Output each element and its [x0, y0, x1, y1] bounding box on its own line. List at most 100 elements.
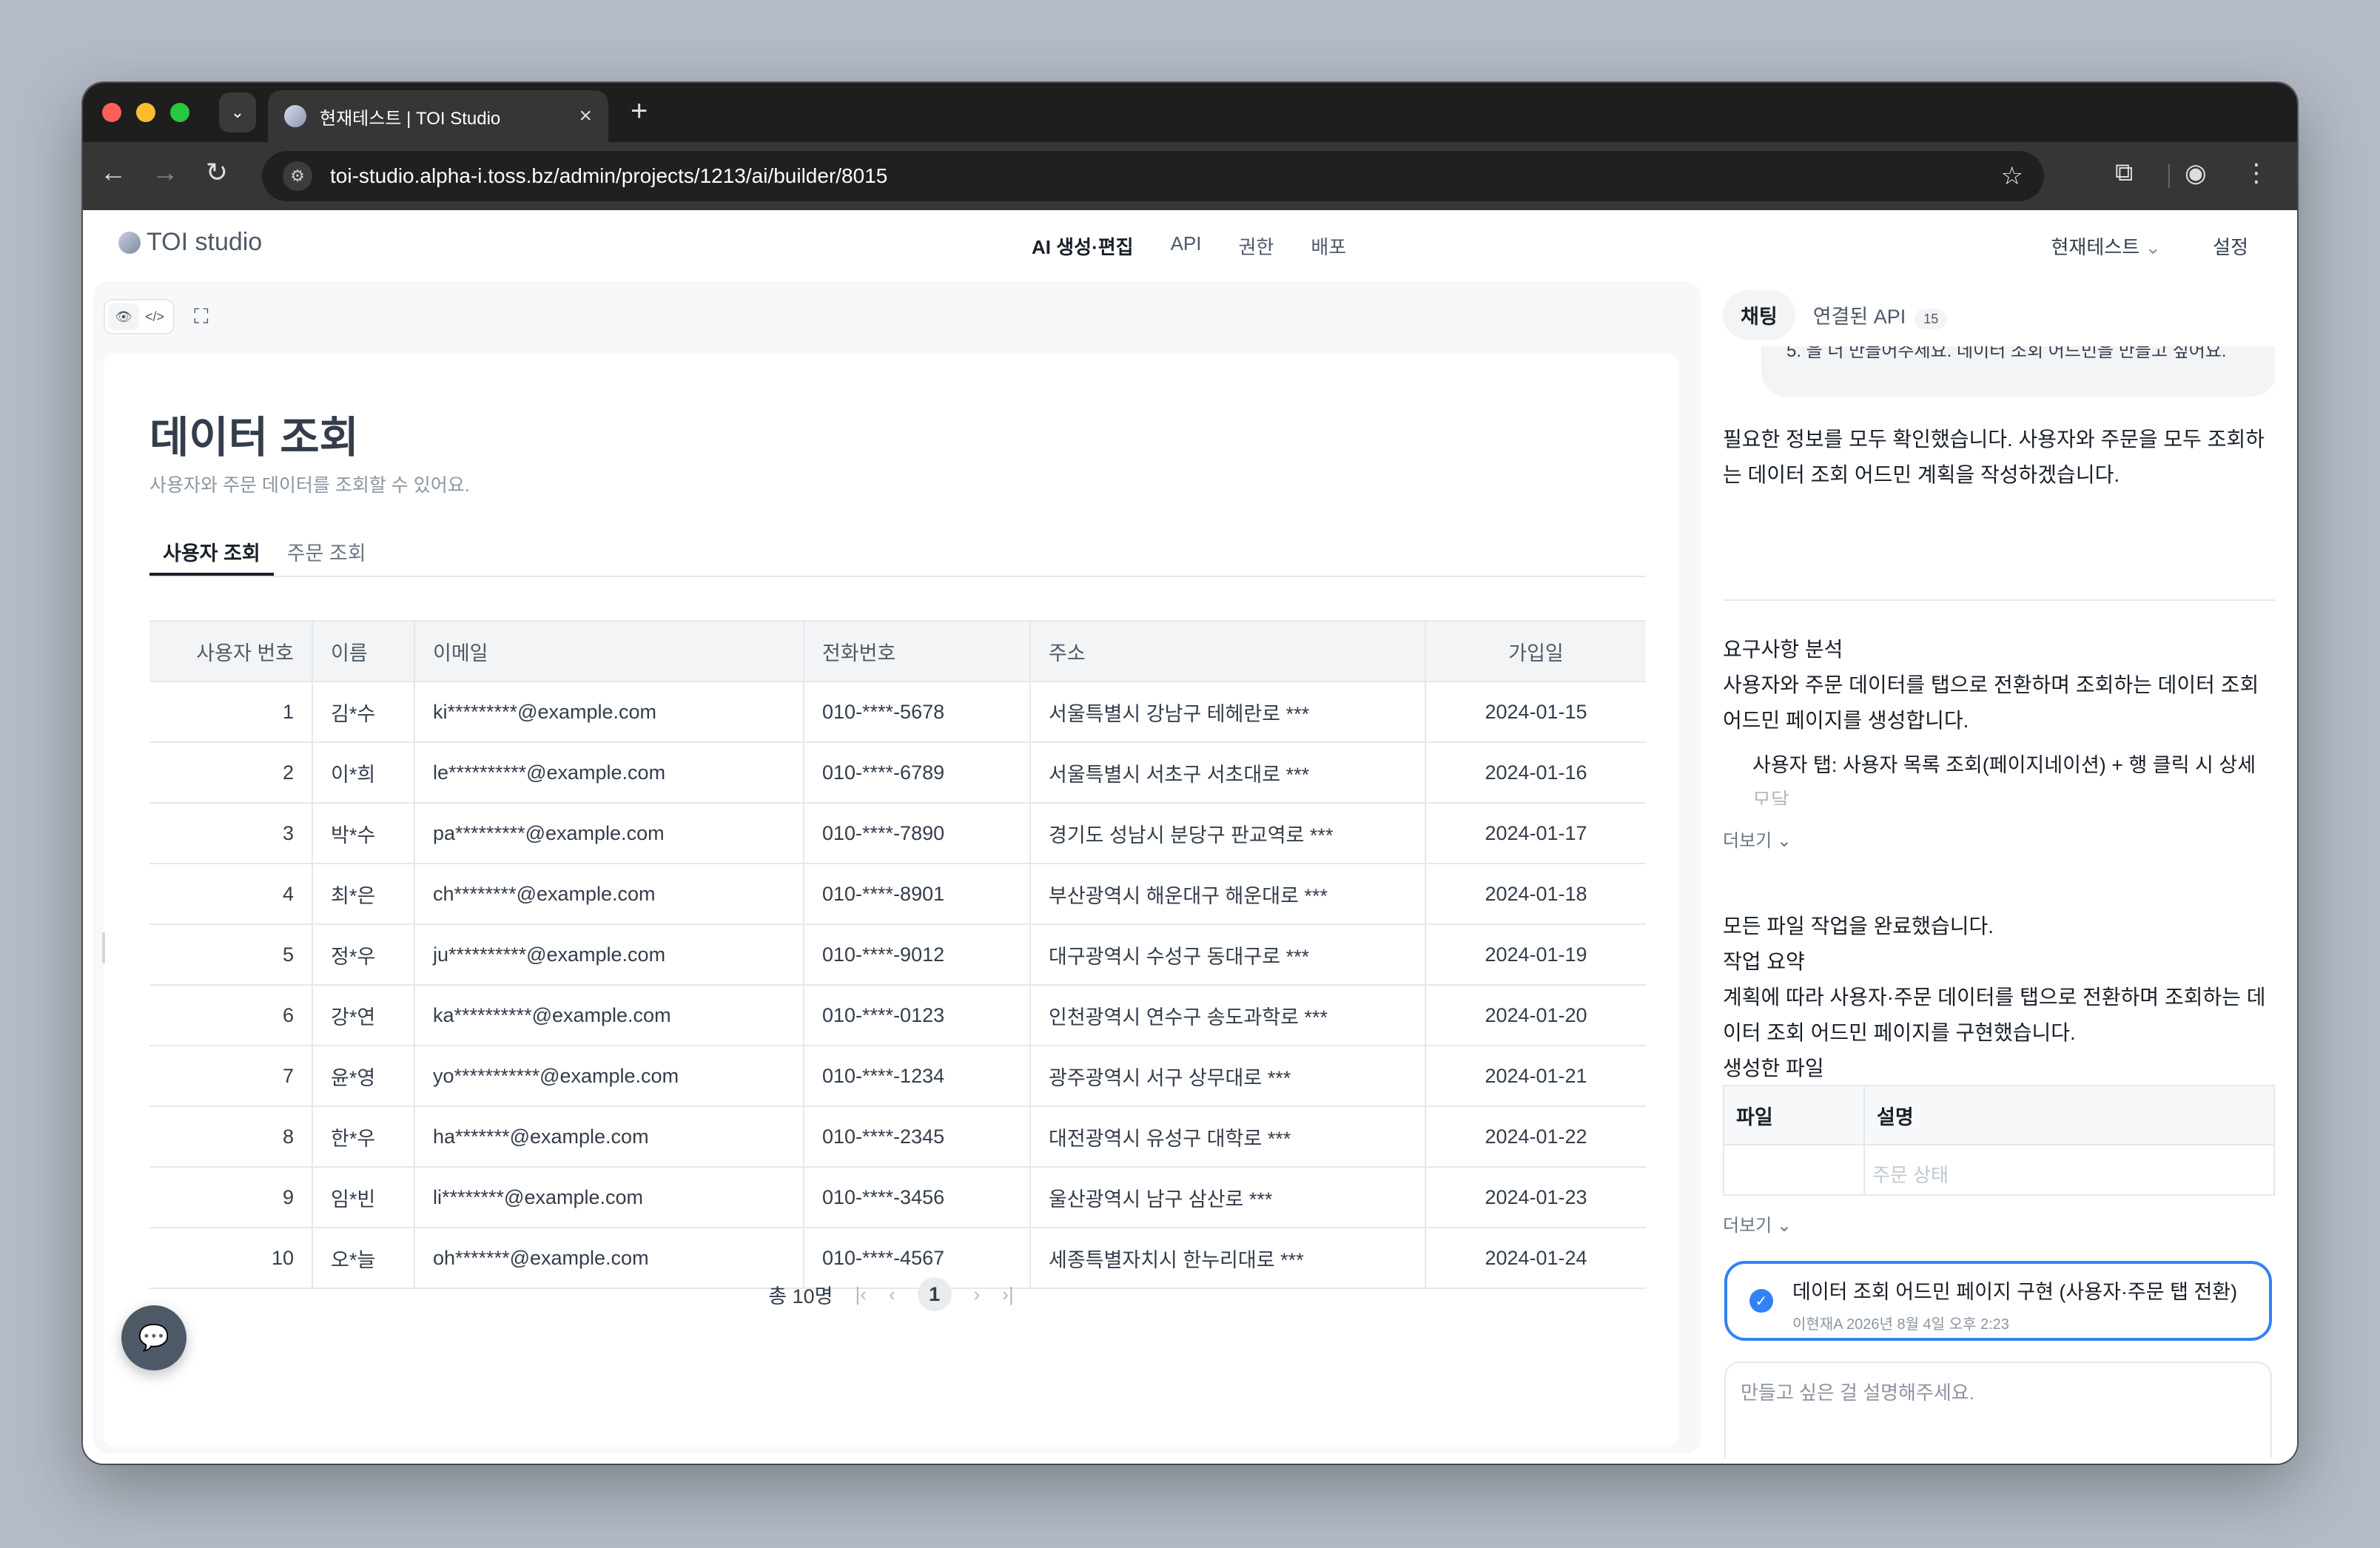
cell-user-id: 3: [149, 803, 313, 864]
version-title: 데이터 조회 어드민 페이지 구현 (사용자·주문 탭 전환): [1792, 1281, 2238, 1303]
close-window-button[interactable]: [102, 103, 121, 122]
cell-name: 윤*영: [312, 1046, 415, 1107]
table-row[interactable]: 1 김*수 ki*********@example.com 010-****-5678…: [149, 682, 1646, 743]
show-more-label-2: 더보기: [1723, 1216, 1772, 1236]
col-user-id[interactable]: 사용자 번호: [149, 620, 313, 682]
more-menu-icon[interactable]: ⋮: [2244, 158, 2269, 188]
first-page-icon[interactable]: |‹: [855, 1283, 867, 1306]
show-more-button[interactable]: 더보기 ⌄: [1723, 826, 1792, 852]
tab-linked-api[interactable]: 연결된 API 15: [1795, 290, 1966, 340]
logo-text: TOI studio: [147, 228, 263, 256]
forward-icon[interactable]: →: [147, 157, 184, 188]
cell-name: 한*우: [312, 1106, 415, 1168]
col-name[interactable]: 이름: [312, 620, 415, 682]
files-table-header: 파일 설명: [1724, 1086, 2273, 1145]
files-heading: 생성한 파일: [1723, 1057, 1824, 1080]
site-settings-icon[interactable]: ⚙: [283, 161, 312, 191]
done-message: 모든 파일 작업을 완료했습니다.: [1723, 915, 1994, 938]
code-icon[interactable]: </>: [139, 303, 170, 330]
fullscreen-icon[interactable]: ⛶: [194, 305, 209, 329]
chat-fab-button[interactable]: 💬: [121, 1305, 186, 1370]
next-page-icon[interactable]: ›: [974, 1283, 981, 1306]
cell-joined: 2024-01-21: [1425, 1046, 1646, 1107]
eye-icon[interactable]: 👁: [108, 303, 139, 330]
nav-ai-edit[interactable]: AI 생성·편집: [1032, 232, 1134, 260]
table-row[interactable]: 6 강*연 ka**********@example.com 010-****-012…: [149, 985, 1646, 1046]
col-file: 파일: [1724, 1086, 1865, 1144]
cell-phone: 010-****-5678: [804, 682, 1031, 743]
requirement-item-cont: 모달: [1752, 790, 1789, 805]
cell-name: 김*수: [312, 682, 415, 743]
new-tab-button[interactable]: +: [631, 95, 648, 128]
version-meta: 이현재A 2026년 8월 4일 오후 2:23: [1792, 1316, 2009, 1333]
cell-phone: 010-****-2345: [804, 1106, 1031, 1168]
address-bar[interactable]: ⚙ toi-studio.alpha-i.toss.bz/admin/proje…: [262, 151, 2044, 201]
table-row[interactable]: 8 한*우 ha*******@example.com 010-****-2345 대전…: [149, 1106, 1646, 1168]
preview-content: 데이터 조회 사용자와 주문 데이터를 조회할 수 있어요. 사용자 조회 주문…: [104, 354, 1678, 1447]
cell-joined: 2024-01-20: [1425, 985, 1646, 1046]
bookmark-star-icon[interactable]: ☆: [2001, 161, 2023, 191]
nav-deploy[interactable]: 배포: [1311, 232, 1346, 260]
chat-input-box[interactable]: 만들고 싶은 걸 설명해주세요. + ⌖ ⚡260318 ⌄ ➤: [1724, 1362, 2272, 1458]
last-page-icon[interactable]: ›|: [1002, 1283, 1013, 1306]
nav-api[interactable]: API: [1171, 232, 1202, 260]
tab-chat[interactable]: 채팅: [1723, 290, 1795, 340]
logo[interactable]: TOI studio: [118, 228, 262, 257]
table-row[interactable]: 2 이*희 le**********@example.com 010-****-678…: [149, 742, 1646, 804]
col-phone[interactable]: 전화번호: [804, 620, 1031, 682]
reload-icon[interactable]: ↻: [198, 157, 235, 188]
summary-body: 계획에 따라 사용자·주문 데이터를 탭으로 전환하며 조회하는 데이터 조회 …: [1723, 986, 2266, 1044]
profile-icon[interactable]: ◉: [2185, 158, 2207, 188]
col-address[interactable]: 주소: [1030, 620, 1426, 682]
url-text: toi-studio.alpha-i.toss.bz/admin/project…: [330, 164, 888, 187]
tab-orders[interactable]: 주문 조회: [274, 531, 380, 576]
version-card[interactable]: ✓ 데이터 조회 어드민 페이지 구현 (사용자·주문 탭 전환) 이현재A 2…: [1724, 1261, 2272, 1341]
cell-email: le**********@example.com: [414, 742, 804, 804]
col-email[interactable]: 이메일: [414, 620, 804, 682]
maximize-window-button[interactable]: [170, 103, 189, 122]
extensions-icon[interactable]: ⧉: [2115, 158, 2133, 187]
cell-name: 이*희: [312, 742, 415, 804]
favicon-icon: [284, 105, 306, 127]
tab-title: 현재테스트 | TOI Studio: [320, 108, 501, 129]
cell-phone: 010-****-9012: [804, 924, 1031, 986]
back-icon[interactable]: ←: [95, 157, 132, 188]
table-row[interactable]: 5 정*우 ju**********@example.com 010-****-901…: [149, 924, 1646, 986]
cell-name: 정*우: [312, 924, 415, 986]
prev-page-icon[interactable]: ‹: [889, 1283, 895, 1306]
table-row[interactable]: 9 임*빈 li********@example.com 010-****-3456 울…: [149, 1167, 1646, 1228]
cell-user-id: 4: [149, 864, 313, 925]
settings-link[interactable]: 설정: [2213, 232, 2248, 260]
cell-joined: 2024-01-15: [1425, 682, 1646, 743]
page-subtitle: 사용자와 주문 데이터를 조회할 수 있어요.: [149, 475, 470, 496]
tab-search-button[interactable]: ⌄: [219, 92, 256, 132]
cell-name: 임*빈: [312, 1167, 415, 1228]
minimize-window-button[interactable]: [136, 103, 155, 122]
show-more-button-2[interactable]: 더보기 ⌄: [1723, 1211, 1792, 1236]
cell-phone: 010-****-1234: [804, 1046, 1031, 1107]
preview-toolbar: 👁 </> ⛶: [104, 299, 209, 334]
close-tab-icon[interactable]: ×: [579, 104, 592, 129]
table-header-row: 사용자 번호 이름 이메일 전화번호 주소 가입일: [149, 620, 1646, 682]
table-row[interactable]: 7 윤*영 yo***********@example.com 010-****-12…: [149, 1046, 1646, 1107]
cell-address: 인천광역시 연수구 송도과학로 ***: [1030, 985, 1426, 1046]
table-row[interactable]: 3 박*수 pa*********@example.com 010-****-7890…: [149, 803, 1646, 864]
table-row[interactable]: 4 최*은 ch********@example.com 010-****-8901 부…: [149, 864, 1646, 925]
col-joined[interactable]: 가입일: [1425, 620, 1646, 682]
api-count-badge: 15: [1915, 309, 1948, 329]
cell-joined: 2024-01-17: [1425, 803, 1646, 864]
cell-user-id: 5: [149, 924, 313, 986]
tab-users[interactable]: 사용자 조회: [149, 531, 274, 576]
resize-handle[interactable]: [102, 932, 105, 963]
logo-icon: [118, 231, 141, 254]
browser-tab[interactable]: 현재테스트 | TOI Studio ×: [268, 90, 608, 142]
chat-tabs: 채팅 연결된 API 15: [1723, 290, 1965, 340]
app-header: TOI studio AI 생성·편집 API 권한 배포 현재테스트 ⌄ 설정: [83, 210, 2297, 281]
page-number[interactable]: 1: [917, 1277, 952, 1311]
project-selector[interactable]: 현재테스트 ⌄: [2051, 232, 2162, 260]
chat-input-placeholder[interactable]: 만들고 싶은 걸 설명해주세요.: [1741, 1378, 1974, 1405]
nav-permissions[interactable]: 권한: [1238, 232, 1274, 260]
chevron-down-icon: ⌄: [230, 103, 245, 121]
version-card-body: 데이터 조회 어드민 페이지 구현 (사용자·주문 탭 전환) 이현재A 202…: [1792, 1276, 2237, 1333]
desc-cell: 주문 상태: [1872, 1164, 1949, 1186]
